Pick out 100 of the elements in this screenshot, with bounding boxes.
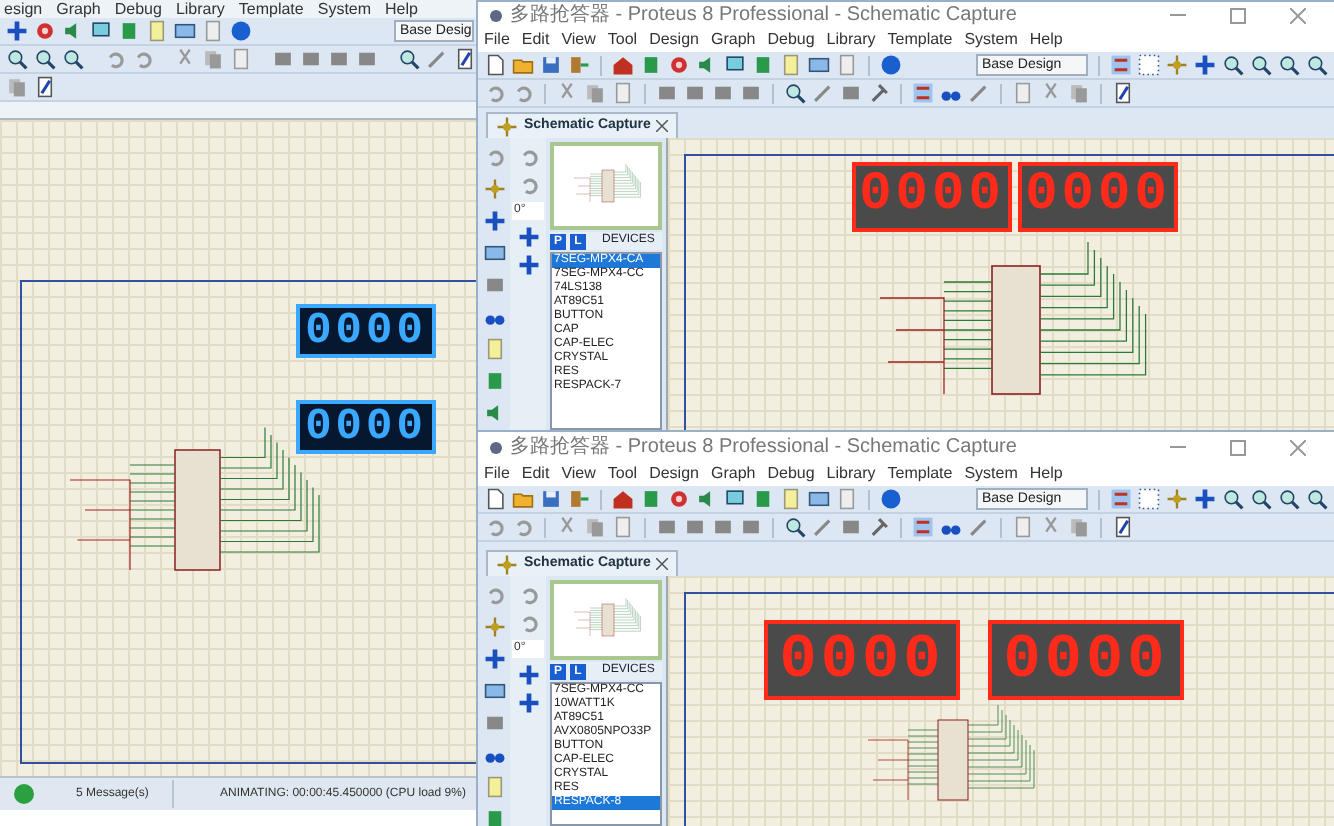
zoom-icon[interactable] [1222, 54, 1244, 76]
app-icon [490, 9, 502, 21]
pencil-icon[interactable] [1112, 82, 1134, 104]
zoom-icon[interactable] [1250, 54, 1272, 76]
menu-item[interactable]: Tool [607, 464, 638, 484]
seven-segment-display: 0000 [988, 620, 1184, 700]
menu-item[interactable]: View [561, 30, 596, 50]
info-icon [14, 784, 34, 804]
copy-icon[interactable] [1068, 82, 1090, 104]
close-icon[interactable] [656, 558, 669, 570]
menu-item[interactable]: Help [1029, 30, 1063, 50]
zoom-icon[interactable] [6, 48, 28, 70]
copy-icon[interactable] [584, 516, 606, 538]
pencil-icon[interactable] [34, 76, 56, 98]
maximize-icon[interactable] [1230, 7, 1246, 23]
scissors-icon[interactable] [1040, 82, 1062, 104]
close-icon[interactable] [1290, 439, 1306, 455]
block-icon[interactable] [328, 48, 350, 70]
zoom-icon[interactable] [34, 48, 56, 70]
page-icon[interactable] [1012, 82, 1034, 104]
page-icon[interactable] [612, 516, 634, 538]
block-icon[interactable] [656, 516, 678, 538]
monitor-icon[interactable] [90, 20, 112, 42]
page-icon[interactable] [1012, 516, 1034, 538]
door-icon[interactable] [568, 488, 590, 510]
page-icon[interactable] [230, 48, 252, 70]
close-icon[interactable] [656, 120, 669, 132]
menu-item[interactable]: File [484, 464, 510, 484]
menu-item[interactable]: File [484, 30, 510, 50]
menu-item[interactable]: esign [4, 0, 43, 18]
menu-item[interactable]: Library [175, 0, 225, 18]
menu-item[interactable]: Graph [710, 464, 756, 484]
block-icon[interactable] [483, 274, 505, 296]
monitor-icon[interactable] [724, 54, 746, 76]
zoom-icon[interactable] [1306, 488, 1328, 510]
menu-item[interactable]: Graph [710, 30, 756, 50]
menu-item[interactable]: Help [1029, 464, 1063, 484]
zoom-icon[interactable] [784, 516, 806, 538]
monitor-icon[interactable] [724, 488, 746, 510]
zoom-icon[interactable] [1306, 54, 1328, 76]
menu-item[interactable]: Library [826, 464, 876, 484]
menu-item[interactable]: Debug [767, 464, 815, 484]
block-icon[interactable] [272, 48, 294, 70]
menu-item[interactable]: Debug [114, 0, 162, 18]
seven-segment-display: 0000 [764, 620, 960, 700]
zoom-icon[interactable] [62, 48, 84, 70]
close-icon[interactable] [1290, 7, 1306, 23]
zoom-icon[interactable] [1222, 488, 1244, 510]
menu-item[interactable]: Graph [56, 0, 101, 18]
seven-segment-display: 0000 [296, 304, 436, 358]
zoom-icon[interactable] [1278, 488, 1300, 510]
door-icon[interactable] [568, 54, 590, 76]
menu-item[interactable]: View [561, 464, 596, 484]
menu-item[interactable]: System [317, 0, 372, 18]
crosshair-icon[interactable] [483, 178, 505, 200]
block-icon[interactable] [840, 82, 862, 104]
menu-item[interactable]: Help [385, 0, 418, 18]
menu-item[interactable]: Template [238, 0, 304, 18]
zoom-icon[interactable] [398, 48, 420, 70]
menu-item[interactable]: System [964, 464, 1018, 484]
scissors-icon[interactable] [556, 516, 578, 538]
menu-item[interactable]: Template [887, 30, 953, 50]
block-icon[interactable] [300, 48, 322, 70]
menu-item[interactable]: Edit [521, 30, 550, 50]
menu-item[interactable]: Edit [521, 464, 550, 484]
card-icon[interactable] [483, 242, 505, 264]
menu-item[interactable]: Design [649, 30, 699, 50]
hammer-icon[interactable] [868, 516, 890, 538]
maximize-icon[interactable] [1230, 439, 1246, 455]
card-icon[interactable] [808, 488, 830, 510]
menu-item[interactable]: Template [887, 464, 953, 484]
menu-item[interactable]: Library [826, 30, 876, 50]
zoom-icon[interactable] [1278, 54, 1300, 76]
block-icon[interactable] [840, 516, 862, 538]
block-icon[interactable] [483, 712, 505, 734]
block-icon[interactable] [684, 516, 706, 538]
pencil-icon[interactable] [1112, 516, 1134, 538]
block-icon[interactable] [684, 82, 706, 104]
scissors-icon[interactable] [556, 82, 578, 104]
block-icon[interactable] [356, 48, 378, 70]
grid-icon[interactable] [1138, 488, 1160, 510]
menu-item[interactable]: Tool [607, 30, 638, 50]
copy-icon[interactable] [584, 82, 606, 104]
block-icon[interactable] [656, 82, 678, 104]
copy-icon[interactable] [1068, 516, 1090, 538]
crosshair-icon[interactable] [483, 616, 505, 638]
menu-item[interactable]: Debug [767, 30, 815, 50]
pencil-icon[interactable] [454, 48, 476, 70]
menu-item[interactable]: System [964, 30, 1018, 50]
card-icon[interactable] [483, 680, 505, 702]
zoom-icon[interactable] [784, 82, 806, 104]
card-icon[interactable] [808, 54, 830, 76]
card-icon[interactable] [174, 20, 196, 42]
page-icon[interactable] [612, 82, 634, 104]
zoom-icon[interactable] [1250, 488, 1272, 510]
seven-segment-display: 0000 [296, 400, 436, 454]
scissors-icon[interactable] [1040, 516, 1062, 538]
menu-item[interactable]: Design [649, 464, 699, 484]
hammer-icon[interactable] [868, 82, 890, 104]
grid-icon[interactable] [1138, 54, 1160, 76]
